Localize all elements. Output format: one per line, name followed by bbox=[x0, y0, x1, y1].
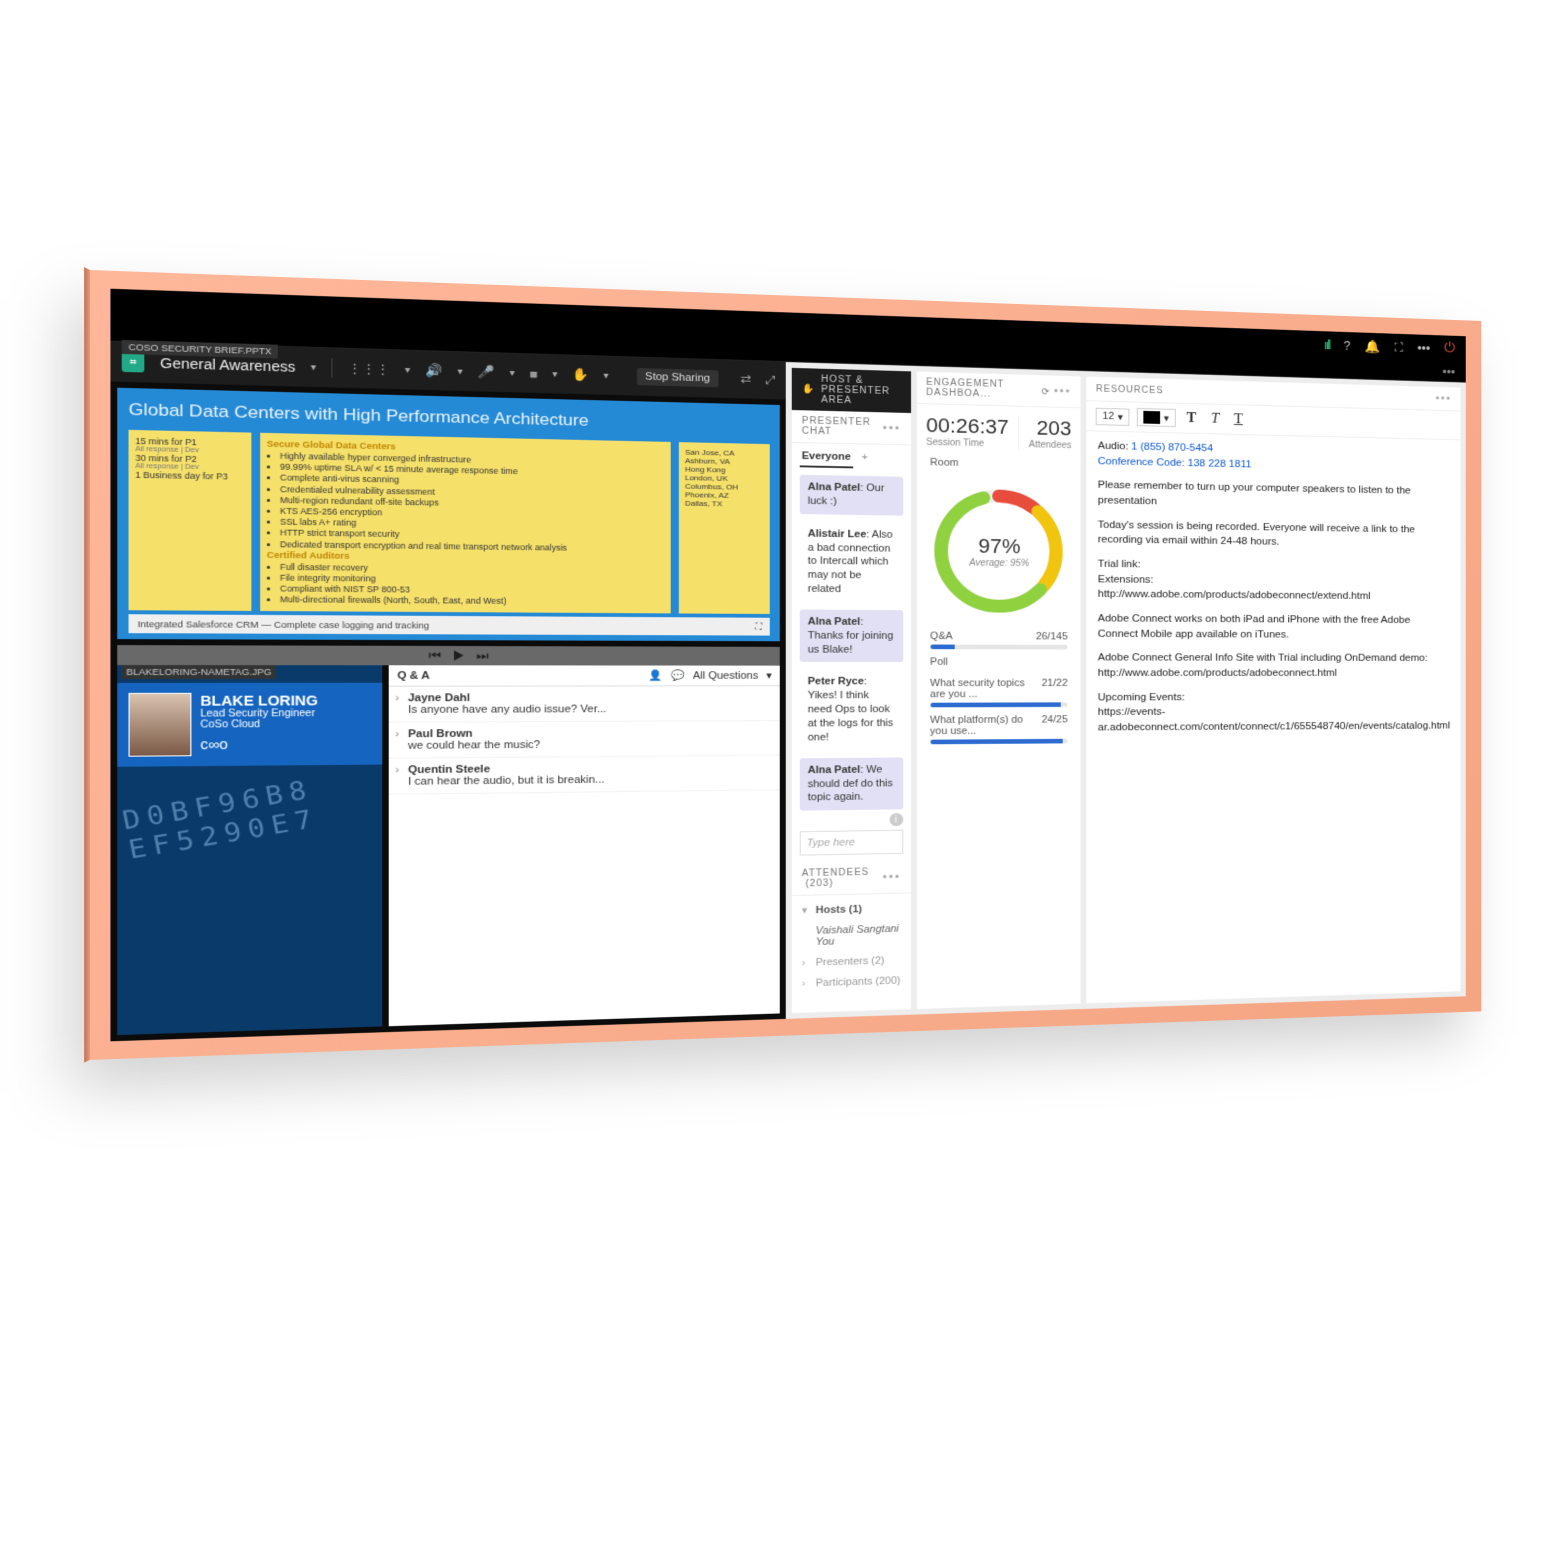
chat-message: Alna Patel: Thanks for joining us Blake! bbox=[800, 609, 903, 662]
chat-message: Alistair Lee: Also a bad connection to I… bbox=[800, 521, 903, 602]
stop-sharing-button[interactable]: Stop Sharing bbox=[637, 368, 718, 387]
signal-icon: ııll bbox=[1324, 337, 1329, 351]
presenter-role: Lead Security Engineer bbox=[200, 709, 317, 720]
attendee-group-hosts[interactable]: ▾Hosts (1) bbox=[802, 898, 901, 922]
underline-button[interactable]: T bbox=[1230, 411, 1246, 428]
presenter-org: CoSo Cloud bbox=[200, 719, 317, 730]
host-area-label: ✋ HOST & PRESENTER AREA bbox=[792, 368, 911, 413]
host-presenter-area: ✋ HOST & PRESENTER AREA PRESENTER CHAT •… bbox=[786, 362, 1466, 1019]
sla-box: 15 mins for P1 All response | Dev 30 min… bbox=[129, 430, 252, 612]
chat-message: Alna Patel: We should def do this topic … bbox=[800, 757, 903, 811]
pod-menu-icon[interactable]: ••• bbox=[883, 871, 901, 884]
screen: ııll ? 🔔 ⛶ ••• ⏻ ••• ⌗ General Awarenes bbox=[110, 289, 1465, 1042]
attendee-group-participants[interactable]: ›Participants (200) bbox=[802, 971, 901, 994]
qa-metric-label: Q&A bbox=[930, 631, 953, 642]
reply-icon[interactable]: 💬 bbox=[671, 670, 685, 682]
video-icon[interactable]: ■ bbox=[529, 366, 537, 381]
qa-title: Q & A bbox=[397, 670, 429, 682]
attendee-item[interactable]: Vaishali Sangtani You bbox=[802, 919, 901, 953]
hand-icon[interactable]: ✋ bbox=[572, 367, 589, 383]
attendees-count: (203) bbox=[805, 878, 833, 889]
slide-content: Global Data Centers with High Performanc… bbox=[117, 388, 780, 642]
resources-note[interactable]: Audio: 1 (855) 870-5454 Conference Code:… bbox=[1087, 431, 1461, 752]
swap-icon[interactable]: ⇄ bbox=[740, 372, 751, 387]
integration-note: Integrated Salesforce CRM — Complete cas… bbox=[129, 615, 770, 636]
qa-pod: Q & A 👤 💬 All Questions ▾ Jayne Dahl bbox=[389, 666, 780, 1027]
add-chat-tab-icon[interactable]: + bbox=[862, 452, 868, 463]
attendees-title: ATTENDEES bbox=[802, 868, 870, 880]
more-icon[interactable]: ••• bbox=[1442, 364, 1455, 378]
grid-icon[interactable]: ⋮⋮⋮ bbox=[348, 361, 390, 378]
qa-filter[interactable]: All Questions bbox=[693, 670, 758, 681]
fullscreen-icon[interactable]: ⛶ bbox=[1394, 339, 1403, 354]
italic-button[interactable]: T bbox=[1207, 411, 1223, 428]
font-size-select[interactable]: 12 ▾ bbox=[1096, 407, 1130, 425]
poll-value: 21/22 bbox=[1042, 678, 1068, 700]
help-icon[interactable]: ? bbox=[1344, 338, 1351, 352]
attendee-count-value: 203 bbox=[1029, 416, 1072, 441]
attendee-count-label: Attendees bbox=[1029, 440, 1072, 451]
app-logo-icon[interactable]: ⌗ bbox=[122, 352, 145, 373]
info-icon[interactable]: i bbox=[889, 813, 903, 826]
share-pane: ⌗ General Awareness ▾ ⋮⋮⋮▾ 🔊▾ 🎤▾ ■▾ ✋▾ S… bbox=[110, 342, 785, 1042]
mic-icon[interactable]: 🎤 bbox=[478, 364, 495, 380]
chevron-down-icon[interactable]: ▾ bbox=[311, 362, 316, 373]
engagement-percent: 97% bbox=[978, 534, 1020, 558]
qa-metric-value: 26/145 bbox=[1036, 631, 1068, 642]
poll-section-label: Poll bbox=[930, 657, 948, 668]
poll-label: What security topics are you ... bbox=[930, 678, 1042, 700]
bold-button[interactable]: T bbox=[1183, 410, 1200, 427]
fullscreen-icon[interactable]: ⛶ bbox=[755, 622, 761, 632]
slide-title: Global Data Centers with High Performanc… bbox=[129, 400, 770, 435]
playback-controls[interactable]: ⏮ ▶ ⏭ bbox=[117, 646, 780, 667]
qa-item[interactable]: Paul Brown we could hear the music? bbox=[389, 721, 780, 759]
pod-menu-icon[interactable]: ••• bbox=[1435, 392, 1451, 405]
conference-code-link[interactable]: Conference Code: 138 228 1811 bbox=[1098, 456, 1252, 470]
engagement-average: Average: 95% bbox=[969, 558, 1029, 569]
locations-box: San Jose, CA Ashburn, VA Hong Kong Londo… bbox=[679, 442, 770, 614]
attendee-group-presenters[interactable]: ›Presenters (2) bbox=[802, 950, 901, 973]
qa-item[interactable]: Jayne Dahl Is anyone have any audio issu… bbox=[389, 687, 780, 723]
chat-message: Peter Ryce: Yikes! I think need Ops to l… bbox=[800, 670, 903, 751]
bell-icon[interactable]: 🔔 bbox=[1365, 338, 1380, 354]
power-icon[interactable]: ⏻ bbox=[1444, 341, 1455, 357]
assign-icon[interactable]: 👤 bbox=[648, 670, 662, 682]
qa-item[interactable]: Quentin Steele I can hear the audio, but… bbox=[389, 756, 780, 795]
dashboard-title: ENGAGEMENT DASHBOA... bbox=[926, 377, 1041, 400]
session-time-label: Session Time bbox=[926, 437, 1009, 449]
pod-menu-icon[interactable]: ••• bbox=[883, 422, 901, 435]
avatar bbox=[129, 693, 192, 757]
nametag-filename: BLAKELORING-NAMETAG.JPG bbox=[122, 665, 276, 679]
resources-title: RESOURCES bbox=[1096, 384, 1164, 396]
pod-menu-icon[interactable]: ••• bbox=[1054, 385, 1072, 398]
color-select[interactable]: ▾ bbox=[1137, 408, 1176, 427]
presenter-chat-title: PRESENTER CHAT bbox=[802, 416, 883, 438]
poll-value: 24/25 bbox=[1042, 714, 1068, 736]
audio-link[interactable]: 1 (855) 870-5454 bbox=[1131, 441, 1213, 454]
chevron-down-icon[interactable]: ▾ bbox=[766, 670, 772, 682]
poll-label: What platform(s) do you use... bbox=[930, 714, 1042, 737]
expand-icon[interactable]: ⤢ bbox=[765, 373, 775, 388]
engagement-ring: 97% Average: 95% bbox=[927, 481, 1071, 620]
hand-icon: ✋ bbox=[802, 384, 815, 395]
nametag-pane: BLAKELORING-NAMETAG.JPG BLAKE LORING Lea… bbox=[117, 665, 382, 1035]
chat-tab-everyone[interactable]: Everyone bbox=[800, 447, 853, 469]
coso-logo-icon: c∞o bbox=[200, 736, 317, 753]
presenter-name: BLAKE LORING bbox=[200, 693, 317, 709]
chat-message: Alna Patel: Our luck :) bbox=[800, 475, 903, 516]
session-time-value: 00:26:37 bbox=[926, 413, 1009, 439]
more-icon[interactable]: ••• bbox=[1417, 341, 1430, 356]
chat-input[interactable]: Type here bbox=[800, 830, 903, 856]
features-box: Secure Global Data Centers Highly availa… bbox=[260, 433, 670, 614]
speaker-icon[interactable]: 🔊 bbox=[425, 363, 442, 379]
refresh-icon[interactable]: ⟳ bbox=[1041, 387, 1050, 397]
